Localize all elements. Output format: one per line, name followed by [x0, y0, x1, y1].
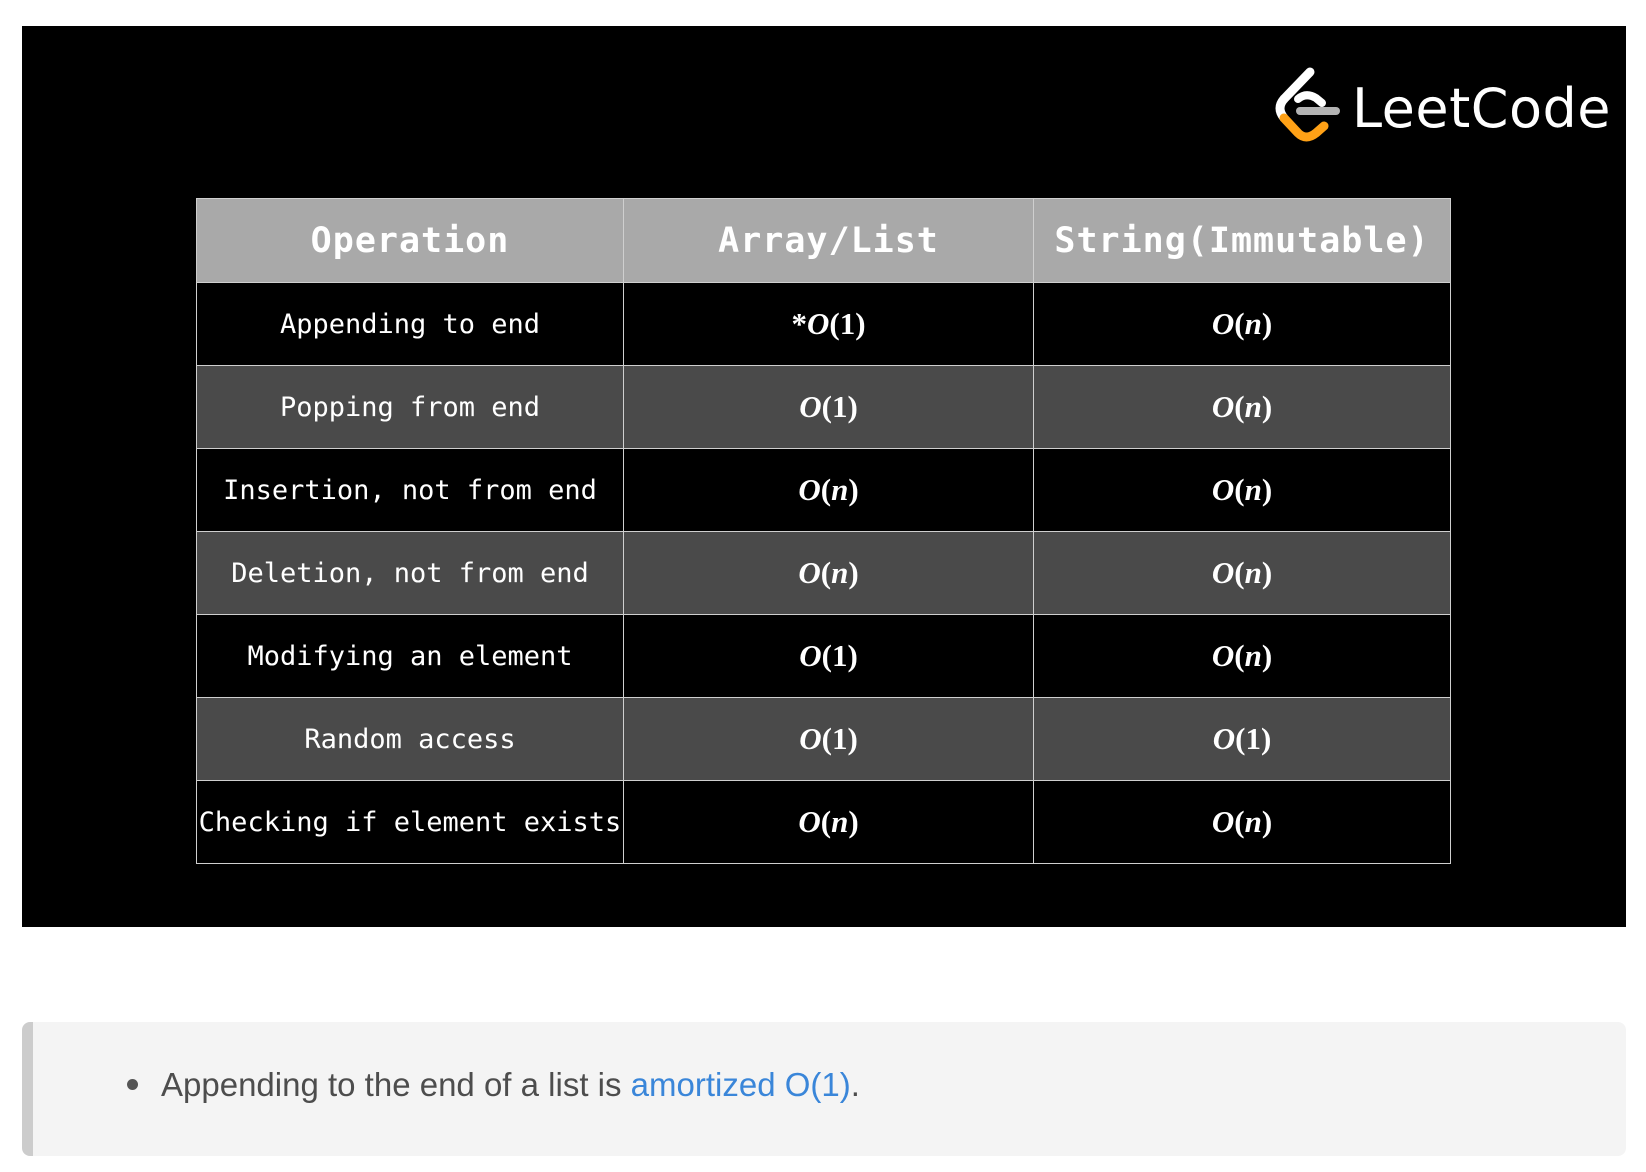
note-list: Appending to the end of a list is amorti… [127, 1066, 860, 1104]
operation-cell: Popping from end [196, 365, 624, 449]
note-text: Appending to the end of a list is [161, 1066, 631, 1103]
string-complexity-cell: O(n) [1033, 282, 1451, 366]
string-complexity-cell: O(1) [1033, 697, 1451, 781]
leetcode-logo-icon [1275, 67, 1340, 142]
table-row: Deletion, not from end O(n) O(n) [196, 531, 1451, 615]
operation-cell: Deletion, not from end [196, 531, 624, 615]
operation-cell: Checking if element exists [196, 780, 624, 864]
string-complexity-cell: O(n) [1033, 365, 1451, 449]
operation-cell: Insertion, not from end [196, 448, 624, 532]
leetcode-logo: LeetCode [1270, 66, 1611, 152]
array-complexity-cell: O(1) [623, 614, 1034, 698]
header-operation: Operation [196, 198, 624, 283]
operation-cell: Random access [196, 697, 624, 781]
array-complexity-cell: *O(1) [623, 282, 1034, 366]
table-row: Random access O(1) O(1) [196, 697, 1451, 781]
complexity-banner: LeetCode Operation Array/List String(Imm… [22, 26, 1626, 927]
string-complexity-cell: O(n) [1033, 614, 1451, 698]
amortized-marker: * [791, 306, 807, 341]
table-row: Insertion, not from end O(n) O(n) [196, 448, 1451, 532]
array-complexity-cell: O(1) [623, 365, 1034, 449]
string-complexity-cell: O(n) [1033, 780, 1451, 864]
string-complexity-cell: O(n) [1033, 448, 1451, 532]
array-complexity-cell: O(1) [623, 697, 1034, 781]
table-row: Appending to end *O(1) O(n) [196, 282, 1451, 366]
table-header-row: Operation Array/List String(Immutable) [196, 198, 1451, 283]
array-complexity-cell: O(n) [623, 448, 1034, 532]
logo-wordmark: LeetCode [1352, 77, 1611, 140]
operation-cell: Appending to end [196, 282, 624, 366]
bullet-icon [127, 1079, 138, 1090]
array-complexity-cell: O(n) [623, 780, 1034, 864]
note-list-item: Appending to the end of a list is amorti… [127, 1066, 860, 1104]
array-complexity-cell: O(n) [623, 531, 1034, 615]
header-array-list: Array/List [623, 198, 1034, 283]
note-trailing: . [850, 1066, 860, 1103]
note-callout: Appending to the end of a list is amorti… [22, 1022, 1626, 1156]
string-complexity-cell: O(n) [1033, 531, 1451, 615]
amortized-link[interactable]: amortized O(1) [631, 1066, 851, 1103]
table-row: Popping from end O(1) O(n) [196, 365, 1451, 449]
table-row: Checking if element exists O(n) O(n) [196, 780, 1451, 864]
table-row: Modifying an element O(1) O(n) [196, 614, 1451, 698]
header-string: String(Immutable) [1033, 198, 1451, 283]
complexity-table: Operation Array/List String(Immutable) A… [196, 198, 1451, 864]
operation-cell: Modifying an element [196, 614, 624, 698]
